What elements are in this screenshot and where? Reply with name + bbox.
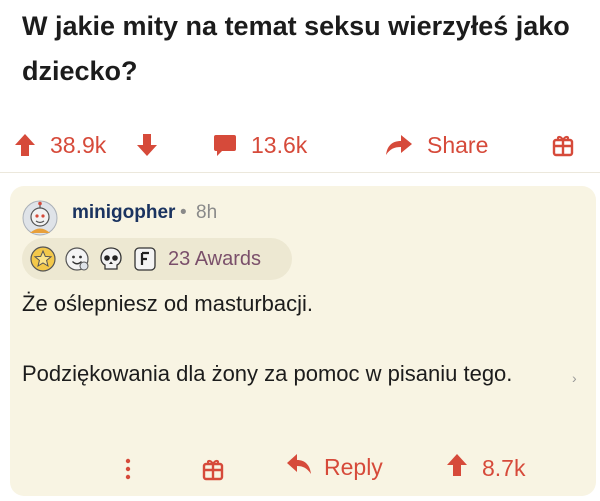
upvote-arrow-icon[interactable] (446, 453, 468, 483)
gold-star-award-icon (30, 246, 56, 272)
reply-button[interactable]: Reply (286, 453, 383, 481)
reply-label: Reply (324, 453, 383, 480)
share-arrow-icon (385, 133, 413, 157)
comment-username[interactable]: minigopher (72, 202, 175, 224)
post-award-button[interactable] (552, 118, 574, 172)
scroll-edge-caret-icon: › (572, 370, 577, 386)
comment-upvote-count: 8.7k (482, 454, 526, 481)
comment-upvote-button[interactable]: 8.7k (446, 453, 525, 483)
gift-icon (552, 133, 574, 157)
post-comments-button[interactable]: 13.6k (213, 118, 307, 172)
f-award-icon (132, 246, 158, 272)
post-upvote-button[interactable]: 38.9k (14, 118, 106, 172)
awards-count[interactable]: 23 Awards (168, 248, 261, 271)
comment-age: 8h (196, 202, 218, 223)
more-options-icon[interactable] (120, 456, 136, 482)
post-downvote-button[interactable] (136, 118, 158, 172)
awards-pill[interactable]: 23 Awards (22, 238, 292, 280)
comment-body: Że oślepniesz od masturbacji. Podziękowa… (22, 288, 562, 389)
post-title: W jakie mity na temat seksu wierzyłeś ja… (22, 11, 570, 86)
comment-paragraph: Że oślepniesz od masturbacji. (22, 291, 314, 316)
reply-arrow-icon (286, 453, 312, 481)
comment-paragraph: Podziękowania dla żony za pomoc w pisani… (22, 361, 513, 386)
share-label: Share (427, 131, 489, 158)
post-upvote-count: 38.9k (50, 131, 107, 158)
wholesome-face-award-icon (64, 246, 90, 272)
meta-separator: • (180, 202, 187, 223)
user-avatar-icon[interactable] (22, 200, 58, 236)
post-comment-count: 13.6k (251, 131, 308, 158)
downvote-arrow-icon[interactable] (136, 133, 158, 157)
post-action-bar: 38.9k 13.6k Share (0, 118, 600, 173)
comment-card: minigopher • 8h 23 Awards Że oślepniesz … (10, 186, 596, 496)
skull-award-icon (98, 246, 124, 272)
share-button[interactable]: Share (385, 118, 488, 172)
upvote-arrow-icon[interactable] (14, 133, 36, 157)
comment-gift-icon[interactable] (202, 457, 224, 486)
comment-bubble-icon (213, 133, 237, 157)
comment-action-bar: Reply 8.7k (10, 448, 596, 490)
